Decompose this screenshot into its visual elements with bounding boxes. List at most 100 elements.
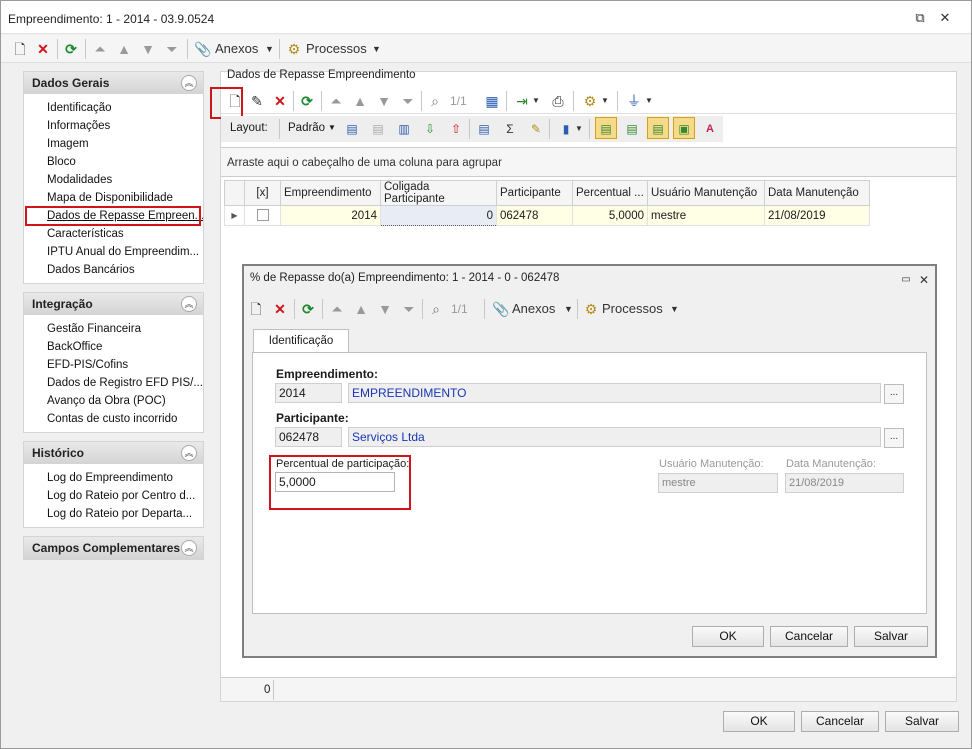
- view-mode-2-icon[interactable]: ▤: [623, 118, 641, 140]
- group-by-panel[interactable]: Arraste aqui o cabeçalho de uma coluna p…: [221, 147, 956, 177]
- refresh-icon[interactable]: ⟳: [298, 90, 316, 112]
- sidebar-item[interactable]: Informações: [24, 117, 203, 135]
- cell-empreendimento[interactable]: 2014: [280, 205, 381, 226]
- print-icon[interactable]: ⎙: [549, 90, 567, 112]
- sidebar-item[interactable]: Gestão Financeira: [24, 320, 203, 338]
- column-header-empreendimento[interactable]: Empreendimento: [280, 180, 381, 206]
- export-layout-icon[interactable]: ⇧: [447, 118, 465, 140]
- font-icon[interactable]: A: [701, 118, 719, 140]
- sidebar-item[interactable]: Log do Rateio por Departa...: [24, 505, 203, 523]
- delete-layout-icon[interactable]: ▤: [369, 118, 387, 140]
- import-layout-icon[interactable]: ⇩: [421, 118, 439, 140]
- cancel-button[interactable]: Cancelar: [801, 711, 879, 732]
- gears-dropdown-icon[interactable]: ▼: [601, 90, 609, 112]
- filter-dropdown-icon[interactable]: ▼: [645, 90, 653, 112]
- cell-coligada[interactable]: 0: [380, 205, 497, 226]
- prev-record-icon[interactable]: ▲: [351, 90, 369, 112]
- first-record-icon[interactable]: ⏶: [91, 38, 109, 60]
- cell-percentual[interactable]: 5,0000: [572, 205, 648, 226]
- anexos-button[interactable]: Anexos: [215, 38, 258, 60]
- table-row[interactable]: ▶ 2014 0 062478 5,0000 mestre 21/08/2019: [224, 205, 870, 226]
- export-icon[interactable]: ⇥: [513, 90, 531, 112]
- column-header-data[interactable]: Data Manutenção: [764, 180, 870, 206]
- sidebar-item[interactable]: Características: [24, 225, 203, 243]
- refresh-icon[interactable]: ⟳: [299, 298, 317, 320]
- save-button[interactable]: Salvar: [885, 711, 959, 732]
- collapse-icon[interactable]: ︽: [181, 540, 197, 556]
- new-icon[interactable]: 🗋: [11, 38, 29, 60]
- prev-record-icon[interactable]: ▲: [352, 298, 370, 320]
- cell-usuario[interactable]: mestre: [647, 205, 765, 226]
- paperclip-icon[interactable]: 📎: [194, 38, 211, 60]
- sum-icon[interactable]: Σ: [501, 118, 519, 140]
- export-dropdown-icon[interactable]: ▼: [532, 90, 540, 112]
- sidebar-item[interactable]: Bloco: [24, 153, 203, 171]
- column-header-coligada[interactable]: Coligada Participante: [380, 180, 497, 206]
- anexos-dropdown-icon[interactable]: ▼: [265, 38, 274, 60]
- empreendimento-code-field[interactable]: 2014: [275, 383, 342, 403]
- collapse-icon[interactable]: ︽: [181, 296, 197, 312]
- restore-icon[interactable]: ⧉: [911, 9, 929, 27]
- close-icon[interactable]: ✕: [917, 269, 931, 291]
- paperclip-icon[interactable]: 📎: [492, 298, 509, 320]
- cell-participante[interactable]: 062478: [496, 205, 573, 226]
- prev-record-icon[interactable]: ▲: [115, 38, 133, 60]
- column-header-select[interactable]: [x]: [244, 180, 281, 206]
- next-record-icon[interactable]: ▼: [139, 38, 157, 60]
- ok-button[interactable]: OK: [723, 711, 795, 732]
- binoculars-icon[interactable]: ⌕: [426, 90, 444, 112]
- tab-identificacao[interactable]: Identificação: [253, 329, 349, 353]
- empreendimento-name-field[interactable]: EMPREENDIMENTO: [348, 383, 881, 403]
- delete-icon[interactable]: ✕: [271, 298, 289, 320]
- gears-icon[interactable]: ⚙: [285, 38, 303, 60]
- grid-view-icon[interactable]: ▦: [483, 90, 501, 112]
- sidebar-item[interactable]: BackOffice: [24, 338, 203, 356]
- sidebar-item[interactable]: Identificação: [24, 99, 203, 117]
- group-header[interactable]: Histórico ︽: [24, 442, 203, 464]
- delete-icon[interactable]: ✕: [34, 38, 52, 60]
- last-record-icon[interactable]: ⏷: [163, 38, 181, 60]
- group-header[interactable]: Integração ︽: [24, 293, 203, 315]
- layout-dropdown-icon[interactable]: ▼: [328, 123, 336, 132]
- sidebar-item[interactable]: Log do Rateio por Centro d...: [24, 487, 203, 505]
- save-layout-icon[interactable]: ▤: [343, 118, 361, 140]
- sidebar-item[interactable]: IPTU Anual do Empreendim...: [24, 243, 203, 261]
- group-header[interactable]: Dados Gerais ︽: [24, 72, 203, 94]
- close-icon[interactable]: ✕: [936, 9, 954, 27]
- filter-icon[interactable]: ⏚: [625, 90, 643, 112]
- participante-lookup-button[interactable]: ...: [884, 428, 904, 448]
- sidebar-item[interactable]: Log do Empreendimento: [24, 469, 203, 487]
- edit-icon[interactable]: ✎: [248, 90, 266, 112]
- first-record-icon[interactable]: ⏶: [328, 298, 346, 320]
- column-header-usuario[interactable]: Usuário Manutenção: [647, 180, 765, 206]
- sidebar-item[interactable]: Modalidades: [24, 171, 203, 189]
- collapse-icon[interactable]: ︽: [181, 75, 197, 91]
- collapse-icon[interactable]: ︽: [181, 445, 197, 461]
- anexos-dropdown-icon[interactable]: ▼: [564, 298, 573, 320]
- last-record-icon[interactable]: ⏷: [400, 298, 418, 320]
- processos-button[interactable]: Processos: [602, 298, 663, 320]
- participante-code-field[interactable]: 062478: [275, 427, 342, 447]
- layout-select[interactable]: Padrão: [288, 122, 325, 134]
- column-header-percentual[interactable]: Percentual ...: [572, 180, 648, 206]
- processos-button[interactable]: Processos: [306, 38, 367, 60]
- row-checkbox[interactable]: [244, 205, 281, 226]
- chart-icon[interactable]: ▮: [557, 118, 575, 140]
- sidebar-item[interactable]: Mapa de Disponibilidade: [24, 189, 203, 207]
- columns-icon[interactable]: ▥: [395, 118, 413, 140]
- view-mode-4-icon[interactable]: ▣: [673, 117, 695, 139]
- dialog-ok-button[interactable]: OK: [692, 626, 764, 647]
- group-header[interactable]: Campos Complementares ︽: [24, 537, 203, 559]
- maximize-icon[interactable]: ▭: [899, 269, 913, 291]
- sidebar-item[interactable]: Dados Bancários: [24, 261, 203, 279]
- chart-dropdown-icon[interactable]: ▼: [575, 118, 583, 140]
- view-mode-1-icon[interactable]: ▤: [595, 117, 617, 139]
- first-record-icon[interactable]: ⏶: [327, 90, 345, 112]
- refresh-icon[interactable]: ⟳: [62, 38, 80, 60]
- gears-icon[interactable]: ⚙: [582, 298, 600, 320]
- empreendimento-lookup-button[interactable]: ...: [884, 384, 904, 404]
- processos-dropdown-icon[interactable]: ▼: [670, 298, 679, 320]
- sidebar-item[interactable]: Dados de Registro EFD PIS/...: [24, 374, 203, 392]
- sidebar-item[interactable]: EFD-PIS/Cofins: [24, 356, 203, 374]
- sidebar-item[interactable]: Imagem: [24, 135, 203, 153]
